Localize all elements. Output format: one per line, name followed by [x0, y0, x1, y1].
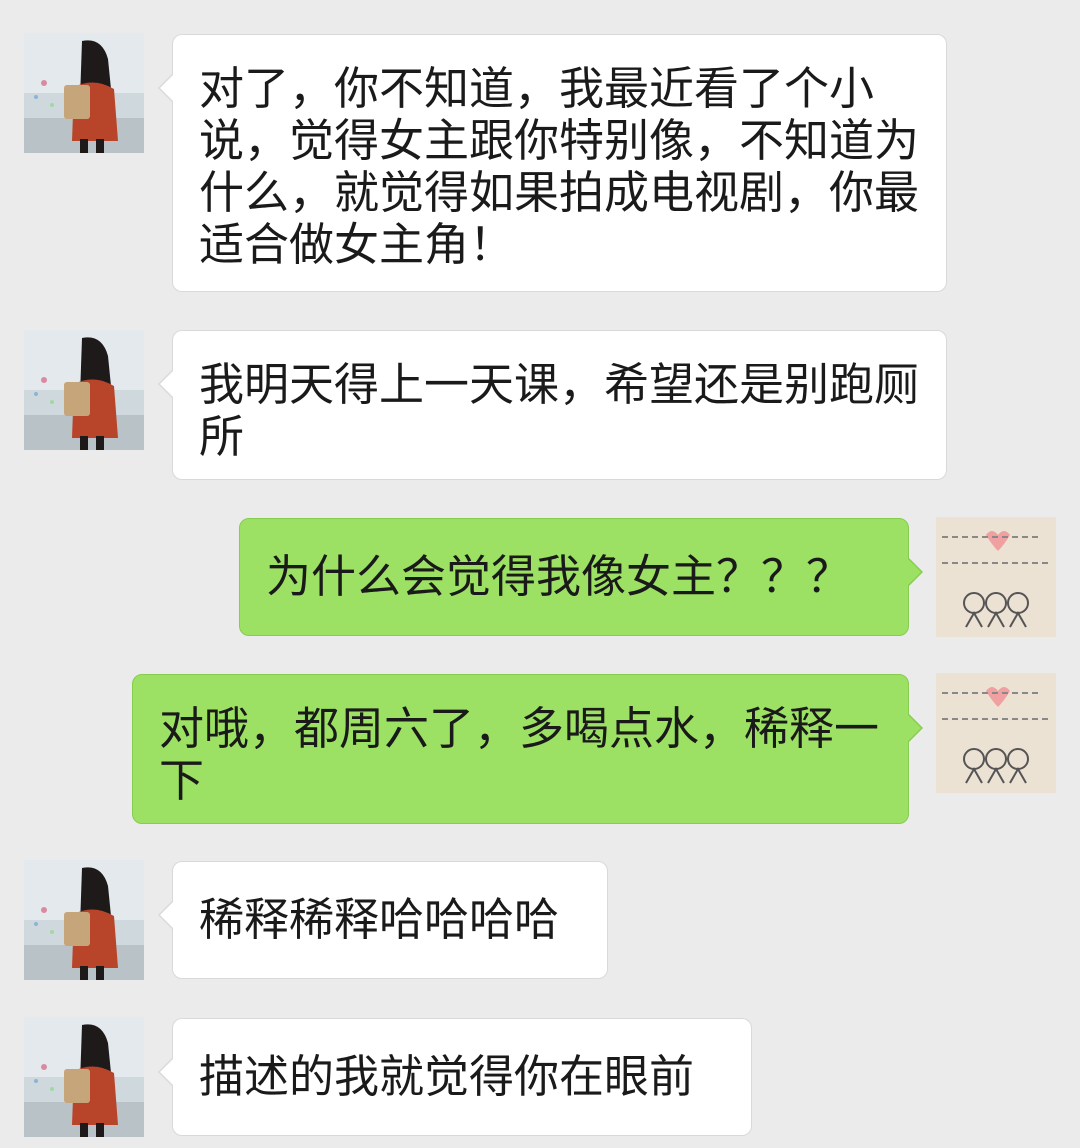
received-message-bubble[interactable]: 对了，你不知道，我最近看了个小说，觉得女主跟你特别像，不知道为什么，就觉得如果拍…	[158, 34, 947, 292]
contact-avatar[interactable]	[24, 330, 144, 450]
message-text: 为什么会觉得我像女主？？？	[266, 550, 852, 603]
doodle-friends-avatar-icon	[936, 517, 1056, 637]
sent-message-bubble[interactable]: 为什么会觉得我像女主？？？	[239, 518, 923, 636]
message-text: 对哦，都周六了，多喝点水，稀释一下	[159, 702, 880, 807]
girl-backpack-avatar-icon	[24, 1017, 144, 1137]
doodle-friends-avatar-icon	[936, 673, 1056, 793]
received-message-bubble[interactable]: 稀释稀释哈哈哈哈	[158, 861, 608, 979]
girl-backpack-avatar-icon	[24, 33, 144, 153]
message-text: 描述的我就觉得你在眼前	[199, 1050, 695, 1103]
my-avatar[interactable]	[936, 673, 1056, 793]
contact-avatar[interactable]	[24, 1017, 144, 1137]
girl-backpack-avatar-icon	[24, 330, 144, 450]
girl-backpack-avatar-icon	[24, 860, 144, 980]
contact-avatar[interactable]	[24, 33, 144, 153]
received-message-bubble[interactable]: 我明天得上一天课，希望还是别跑厕所	[158, 330, 947, 480]
contact-avatar[interactable]	[24, 860, 144, 980]
received-message-bubble[interactable]: 描述的我就觉得你在眼前	[158, 1018, 752, 1136]
message-text: 对了，你不知道，我最近看了个小说，觉得女主跟你特别像，不知道为什么，就觉得如果拍…	[199, 62, 920, 271]
sent-message-bubble[interactable]: 对哦，都周六了，多喝点水，稀释一下	[132, 674, 923, 824]
message-text: 我明天得上一天课，希望还是别跑厕所	[199, 358, 920, 463]
message-text: 稀释稀释哈哈哈哈	[199, 893, 560, 946]
my-avatar[interactable]	[936, 517, 1056, 637]
